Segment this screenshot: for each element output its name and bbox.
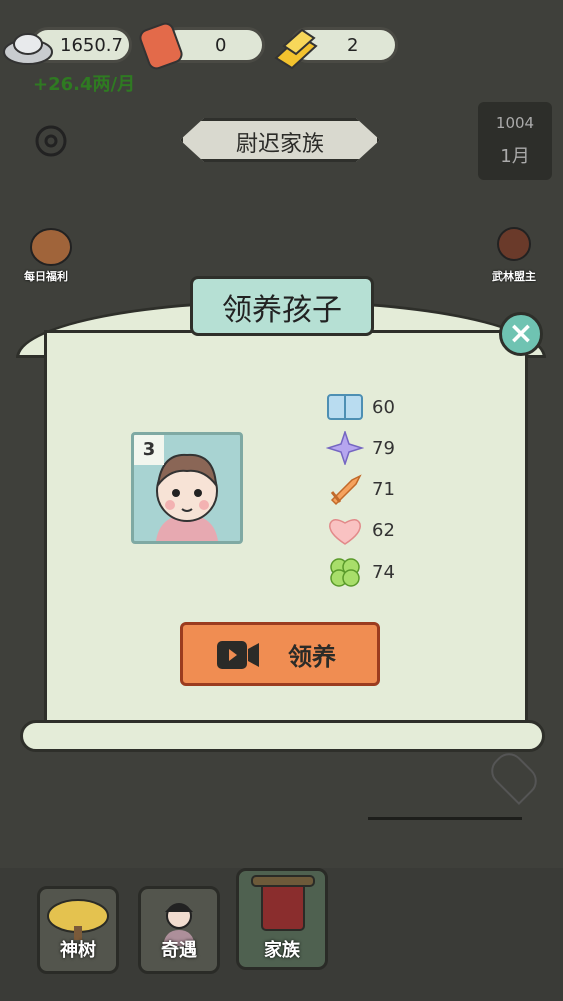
token-icon [139, 22, 183, 70]
stat-value: 71 [372, 479, 395, 500]
stat-row: 60 [326, 390, 426, 424]
calendar-month: 1月 [500, 146, 530, 167]
sword-icon [330, 474, 362, 506]
tab-label: 家族 [264, 940, 300, 961]
family-crest-icon [251, 875, 315, 931]
progress-track [368, 817, 522, 820]
clover-icon [330, 558, 360, 587]
adopt-button[interactable]: 领养 [180, 622, 380, 686]
stat-row: 74 [326, 555, 426, 589]
stat-row: 71 [326, 472, 426, 506]
child-portrait: 3 [131, 432, 243, 544]
stat-row: 79 [326, 431, 426, 465]
gold-bar-icon [274, 28, 318, 70]
video-camera-icon [217, 641, 259, 669]
martial-leader-label: 武林盟主 [492, 270, 536, 283]
family-name: 尉迟家族 [235, 132, 324, 157]
silver-value: 1650.7 [60, 35, 123, 56]
stat-row: 62 [326, 513, 426, 547]
martial-leader-icon[interactable] [486, 214, 544, 270]
stat-value: 74 [372, 562, 395, 583]
stat-value: 60 [372, 397, 395, 418]
adopt-label: 领养 [288, 643, 336, 671]
tab-label: 神树 [60, 940, 96, 961]
calendar[interactable]: 1004 1月 [478, 102, 552, 180]
stat-value: 79 [372, 438, 395, 459]
dialog-scroll-bottom [20, 720, 545, 752]
child-number: 3 [134, 435, 164, 465]
stat-value: 62 [372, 520, 395, 541]
settings-gear-icon[interactable] [30, 120, 72, 162]
map-pin-icon[interactable] [485, 747, 543, 805]
silver-ingot-icon [3, 33, 53, 65]
token-value: 0 [215, 35, 227, 56]
heart-icon [329, 519, 361, 545]
calendar-year: 1004 [495, 114, 535, 132]
book-icon [327, 394, 363, 420]
welfare-bag-icon[interactable] [24, 215, 78, 269]
sparkle-icon [326, 431, 364, 465]
tab-label: 奇遇 [161, 940, 197, 961]
daily-welfare-label: 每日福利 [24, 270, 68, 283]
close-button[interactable]: × [499, 312, 543, 356]
income-text: +26.4两/月 [33, 74, 136, 95]
gold-value: 2 [347, 35, 359, 56]
dialog-title: 领养孩子 [222, 293, 342, 328]
